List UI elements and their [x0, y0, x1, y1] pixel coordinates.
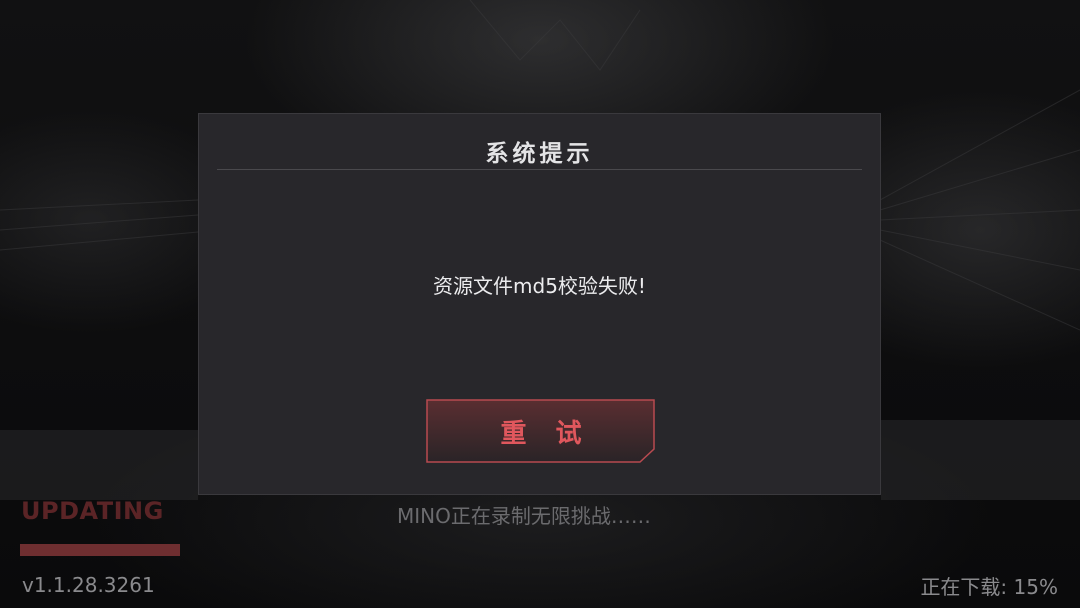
loading-tip: MINO正在录制无限挑战…… [397, 504, 651, 528]
dialog-divider [217, 169, 862, 170]
download-status: 正在下载: 15% [920, 575, 1058, 599]
update-progress-fill [20, 544, 180, 556]
retry-button[interactable]: 重 试 [426, 399, 656, 463]
game-loading-screen: 系统提示 资源文件md5校验失败! 重 试 UPDATING MINO正在录制无… [0, 0, 1080, 608]
retry-button-label: 重 试 [500, 419, 592, 449]
version-label: v1.1.28.3261 [22, 573, 155, 597]
system-alert-dialog: 系统提示 资源文件md5校验失败! 重 试 [198, 113, 881, 495]
update-progress-bar [20, 544, 180, 556]
dialog-message: 资源文件md5校验失败! [433, 274, 646, 298]
updating-label: UPDATING [21, 497, 164, 525]
dialog-title: 系统提示 [485, 141, 594, 167]
